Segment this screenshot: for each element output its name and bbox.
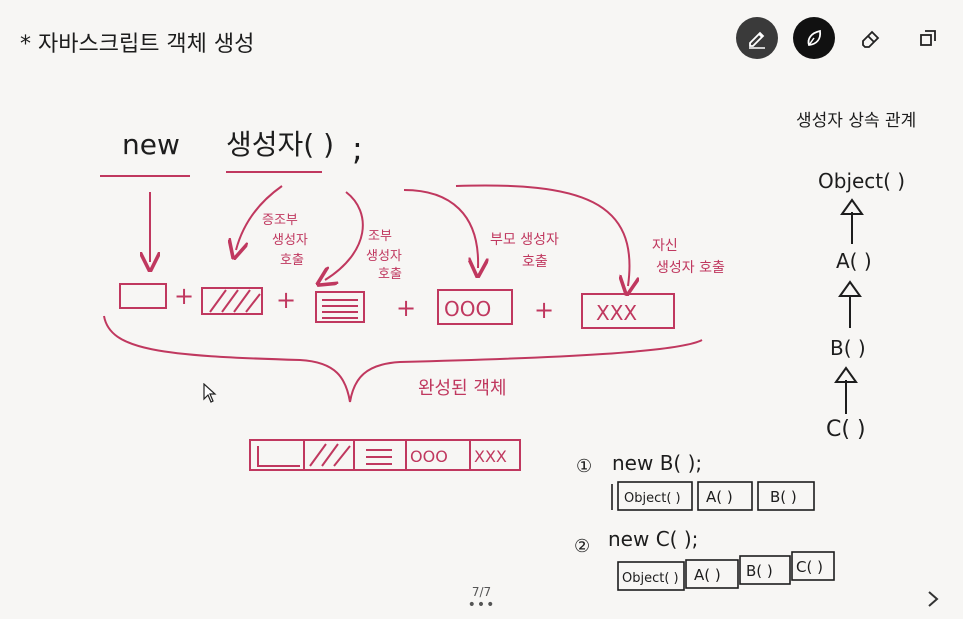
drawing-toolbar bbox=[736, 17, 949, 59]
pen-icon bbox=[749, 31, 765, 49]
completed-x: XXX bbox=[474, 447, 507, 466]
label-grandparent-constructor: 조부 생성자 호출 bbox=[366, 229, 406, 282]
example-2-number: ② bbox=[574, 536, 590, 557]
chain-a: A( ) bbox=[836, 249, 872, 273]
note-title: * 자바스크립트 객체 생성 bbox=[20, 32, 254, 57]
marker-icon bbox=[807, 29, 822, 46]
example-1-expr: new B( ); bbox=[612, 451, 702, 475]
ex1-block-a: A( ) bbox=[706, 488, 733, 506]
example-2-expr: new C( ); bbox=[608, 527, 698, 551]
arrow-to-grandparent bbox=[325, 191, 364, 280]
next-page-button[interactable] bbox=[921, 586, 945, 612]
example-1-number: ① bbox=[576, 456, 592, 477]
eraser-icon bbox=[862, 30, 880, 48]
lasso-select-icon bbox=[920, 30, 936, 46]
chain-object: Object( ) bbox=[818, 169, 905, 193]
lasso-tool-button[interactable] bbox=[907, 17, 949, 59]
plus-2: + bbox=[276, 286, 296, 314]
plus-4: + bbox=[534, 296, 554, 324]
plus-1: + bbox=[174, 282, 194, 310]
chain-c: C( ) bbox=[826, 417, 866, 442]
chain-b: B( ) bbox=[830, 336, 866, 360]
box-empty bbox=[119, 283, 167, 309]
completed-label: 완성된 객체 bbox=[418, 378, 507, 399]
expr-constructor: 생성자( ) bbox=[226, 128, 334, 161]
ex1-block-object: Object( ) bbox=[624, 491, 681, 506]
mouse-cursor-icon bbox=[203, 382, 217, 407]
eraser-tool-button[interactable] bbox=[850, 17, 892, 59]
ex2-block-b: B( ) bbox=[746, 562, 773, 580]
inheritance-arrows bbox=[834, 198, 864, 414]
box-x-text: XXX bbox=[596, 301, 637, 325]
ex2-block-c: C( ) bbox=[796, 558, 823, 576]
pen-tool-button[interactable] bbox=[736, 17, 778, 59]
completed-circles: OOO bbox=[410, 447, 448, 466]
ex2-block-object: Object( ) bbox=[622, 571, 679, 586]
plus-3: + bbox=[396, 294, 416, 322]
page-dots-icon[interactable]: ••• bbox=[0, 598, 963, 612]
chevron-right-icon bbox=[928, 591, 939, 607]
arrow-to-parent bbox=[403, 189, 478, 268]
inherit-title: 생성자 상속 관계 bbox=[796, 111, 916, 131]
expr-new: new bbox=[122, 128, 180, 161]
label-grand-constructor: 증조부 생성자 호출 bbox=[262, 213, 312, 268]
marker-tool-button[interactable] bbox=[793, 17, 835, 59]
box-circles-text: OOO bbox=[444, 297, 491, 321]
label-self-constructor: 자신 생성자 호출 bbox=[652, 238, 725, 276]
ex2-block-a: A( ) bbox=[694, 566, 721, 584]
whiteboard-canvas[interactable]: * 자바스크립트 객체 생성 new 생성자( ) ; 증조부 생성자 호출 조… bbox=[0, 0, 963, 619]
expr-semicolon: ; bbox=[352, 130, 363, 168]
ex1-block-b: B( ) bbox=[770, 488, 797, 506]
label-parent-constructor: 부모 생성자 호출 bbox=[490, 232, 563, 270]
